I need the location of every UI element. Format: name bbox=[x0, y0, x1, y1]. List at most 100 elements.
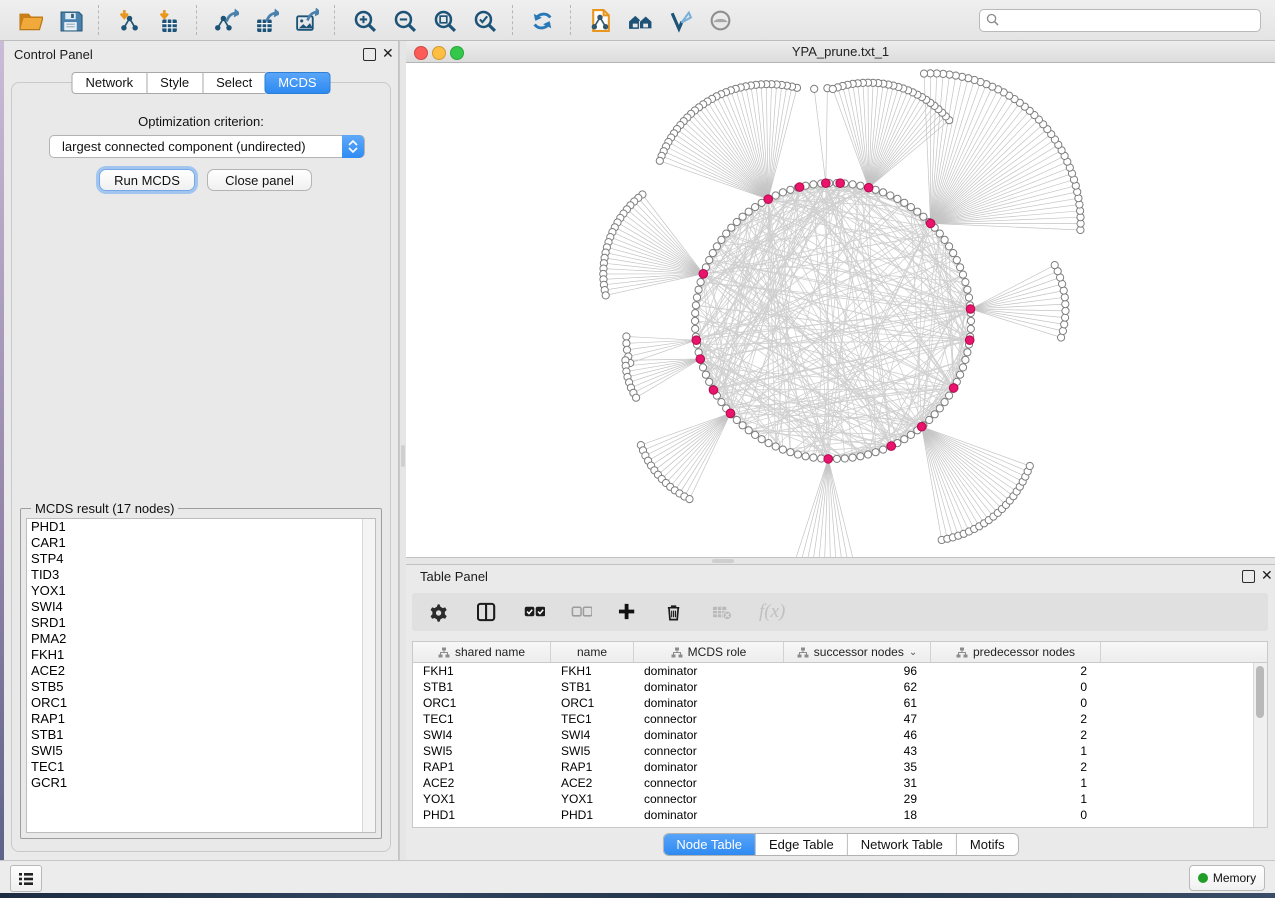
leaf-node[interactable] bbox=[1062, 301, 1069, 308]
mcds-node[interactable] bbox=[836, 179, 845, 188]
network-node[interactable] bbox=[802, 453, 809, 460]
deselect-all-button[interactable] bbox=[571, 602, 592, 622]
houses-button[interactable] bbox=[623, 4, 657, 36]
network-node[interactable] bbox=[880, 446, 887, 453]
horizontal-splitter-handle[interactable] bbox=[712, 559, 734, 563]
network-node[interactable] bbox=[713, 243, 720, 250]
leaf-node[interactable] bbox=[1061, 294, 1068, 301]
table-row[interactable]: RAP1RAP1dominator352 bbox=[413, 759, 1267, 775]
network-node[interactable] bbox=[849, 181, 856, 188]
mcds-node[interactable] bbox=[965, 336, 974, 345]
cell-successor_nodes[interactable]: 18 bbox=[784, 807, 931, 823]
network-node[interactable] bbox=[936, 230, 943, 237]
network-node[interactable] bbox=[967, 317, 974, 324]
tab-network[interactable]: Network bbox=[71, 72, 146, 94]
table-scrollbar-thumb[interactable] bbox=[1256, 666, 1264, 718]
mcds-node[interactable] bbox=[699, 270, 708, 279]
close-table-panel-icon[interactable]: ✕ bbox=[1261, 568, 1273, 582]
save-session-button[interactable] bbox=[53, 4, 87, 36]
cell-predecessor_nodes[interactable]: 2 bbox=[931, 759, 1101, 775]
network-node[interactable] bbox=[702, 371, 709, 378]
export-network-button[interactable] bbox=[209, 4, 243, 36]
network-node[interactable] bbox=[857, 182, 864, 189]
cell-successor_nodes[interactable]: 47 bbox=[784, 711, 931, 727]
leaf-node[interactable] bbox=[1062, 314, 1069, 321]
network-node[interactable] bbox=[693, 294, 700, 301]
network-node[interactable] bbox=[787, 186, 794, 193]
vertical-splitter-handle[interactable] bbox=[401, 445, 405, 467]
column-header-mcds_role[interactable]: MCDS role bbox=[634, 642, 784, 662]
tab-motifs[interactable]: Motifs bbox=[957, 834, 1018, 855]
leaf-node[interactable] bbox=[1060, 287, 1067, 294]
network-node[interactable] bbox=[964, 349, 971, 356]
leaf-node[interactable] bbox=[829, 85, 836, 92]
cell-successor_nodes[interactable]: 31 bbox=[784, 775, 931, 791]
network-node[interactable] bbox=[946, 243, 953, 250]
zoom-out-button[interactable] bbox=[387, 4, 421, 36]
network-node[interactable] bbox=[758, 436, 765, 443]
network-node[interactable] bbox=[962, 356, 969, 363]
delete-row-button[interactable] bbox=[665, 602, 686, 622]
cell-successor_nodes[interactable]: 43 bbox=[784, 743, 931, 759]
cell-shared_name[interactable]: FKH1 bbox=[413, 663, 551, 679]
cell-mcds_role[interactable]: dominator bbox=[634, 679, 784, 695]
cell-mcds_role[interactable]: dominator bbox=[634, 759, 784, 775]
mcds-node[interactable] bbox=[864, 183, 873, 192]
cell-name[interactable]: SWI4 bbox=[551, 727, 634, 743]
cell-predecessor_nodes[interactable]: 1 bbox=[931, 775, 1101, 791]
cell-shared_name[interactable]: YOX1 bbox=[413, 791, 551, 807]
optimization-criterion-select[interactable]: largest connected component (undirected) bbox=[49, 135, 365, 158]
add-row-button[interactable] bbox=[618, 602, 639, 622]
mcds-node[interactable] bbox=[949, 384, 958, 393]
leaf-node[interactable] bbox=[1059, 327, 1066, 334]
table-row[interactable]: SWI5SWI5connector431 bbox=[413, 743, 1267, 759]
cell-successor_nodes[interactable]: 35 bbox=[784, 759, 931, 775]
cell-shared_name[interactable]: STB1 bbox=[413, 679, 551, 695]
network-node[interactable] bbox=[692, 325, 699, 332]
network-node[interactable] bbox=[739, 213, 746, 220]
network-node[interactable] bbox=[941, 236, 948, 243]
mcds-node[interactable] bbox=[696, 355, 705, 364]
cell-mcds_role[interactable]: connector bbox=[634, 775, 784, 791]
cell-mcds_role[interactable]: dominator bbox=[634, 695, 784, 711]
network-node[interactable] bbox=[697, 279, 704, 286]
cell-mcds_role[interactable]: connector bbox=[634, 791, 784, 807]
table-row[interactable]: YOX1YOX1connector291 bbox=[413, 791, 1267, 807]
cell-name[interactable]: TEC1 bbox=[551, 711, 634, 727]
network-node[interactable] bbox=[936, 405, 943, 412]
network-node[interactable] bbox=[787, 449, 794, 456]
network-node[interactable] bbox=[880, 189, 887, 196]
leaf-node[interactable] bbox=[811, 85, 818, 92]
network-node[interactable] bbox=[920, 213, 927, 220]
network-node[interactable] bbox=[779, 446, 786, 453]
network-node[interactable] bbox=[953, 257, 960, 264]
cell-shared_name[interactable]: SWI5 bbox=[413, 743, 551, 759]
tab-mcds[interactable]: MCDS bbox=[264, 72, 330, 94]
network-node[interactable] bbox=[691, 317, 698, 324]
network-node[interactable] bbox=[887, 192, 894, 199]
select-all-button[interactable] bbox=[524, 602, 545, 622]
mcds-node[interactable] bbox=[824, 455, 833, 464]
network-node[interactable] bbox=[907, 431, 914, 438]
cell-shared_name[interactable]: TEC1 bbox=[413, 711, 551, 727]
leaf-node[interactable] bbox=[633, 394, 640, 401]
cell-name[interactable]: PHD1 bbox=[551, 807, 634, 823]
network-node[interactable] bbox=[914, 208, 921, 215]
float-table-panel-icon[interactable] bbox=[1242, 570, 1255, 583]
cell-mcds_role[interactable]: dominator bbox=[634, 807, 784, 823]
cell-name[interactable]: STB1 bbox=[551, 679, 634, 695]
cell-name[interactable]: ORC1 bbox=[551, 695, 634, 711]
network-node[interactable] bbox=[706, 378, 713, 385]
network-node[interactable] bbox=[779, 189, 786, 196]
leaf-node[interactable] bbox=[1026, 462, 1033, 469]
cell-name[interactable]: RAP1 bbox=[551, 759, 634, 775]
horizontal-splitter[interactable] bbox=[406, 557, 1275, 565]
export-image-button[interactable] bbox=[289, 4, 323, 36]
network-node[interactable] bbox=[709, 250, 716, 257]
column-header-predecessor_nodes[interactable]: predecessor nodes bbox=[931, 642, 1101, 662]
cell-predecessor_nodes[interactable]: 0 bbox=[931, 807, 1101, 823]
network-node[interactable] bbox=[765, 440, 772, 447]
mcds-node[interactable] bbox=[709, 386, 718, 395]
mcds-node[interactable] bbox=[726, 409, 735, 418]
close-panel-button[interactable]: Close panel bbox=[207, 169, 312, 191]
